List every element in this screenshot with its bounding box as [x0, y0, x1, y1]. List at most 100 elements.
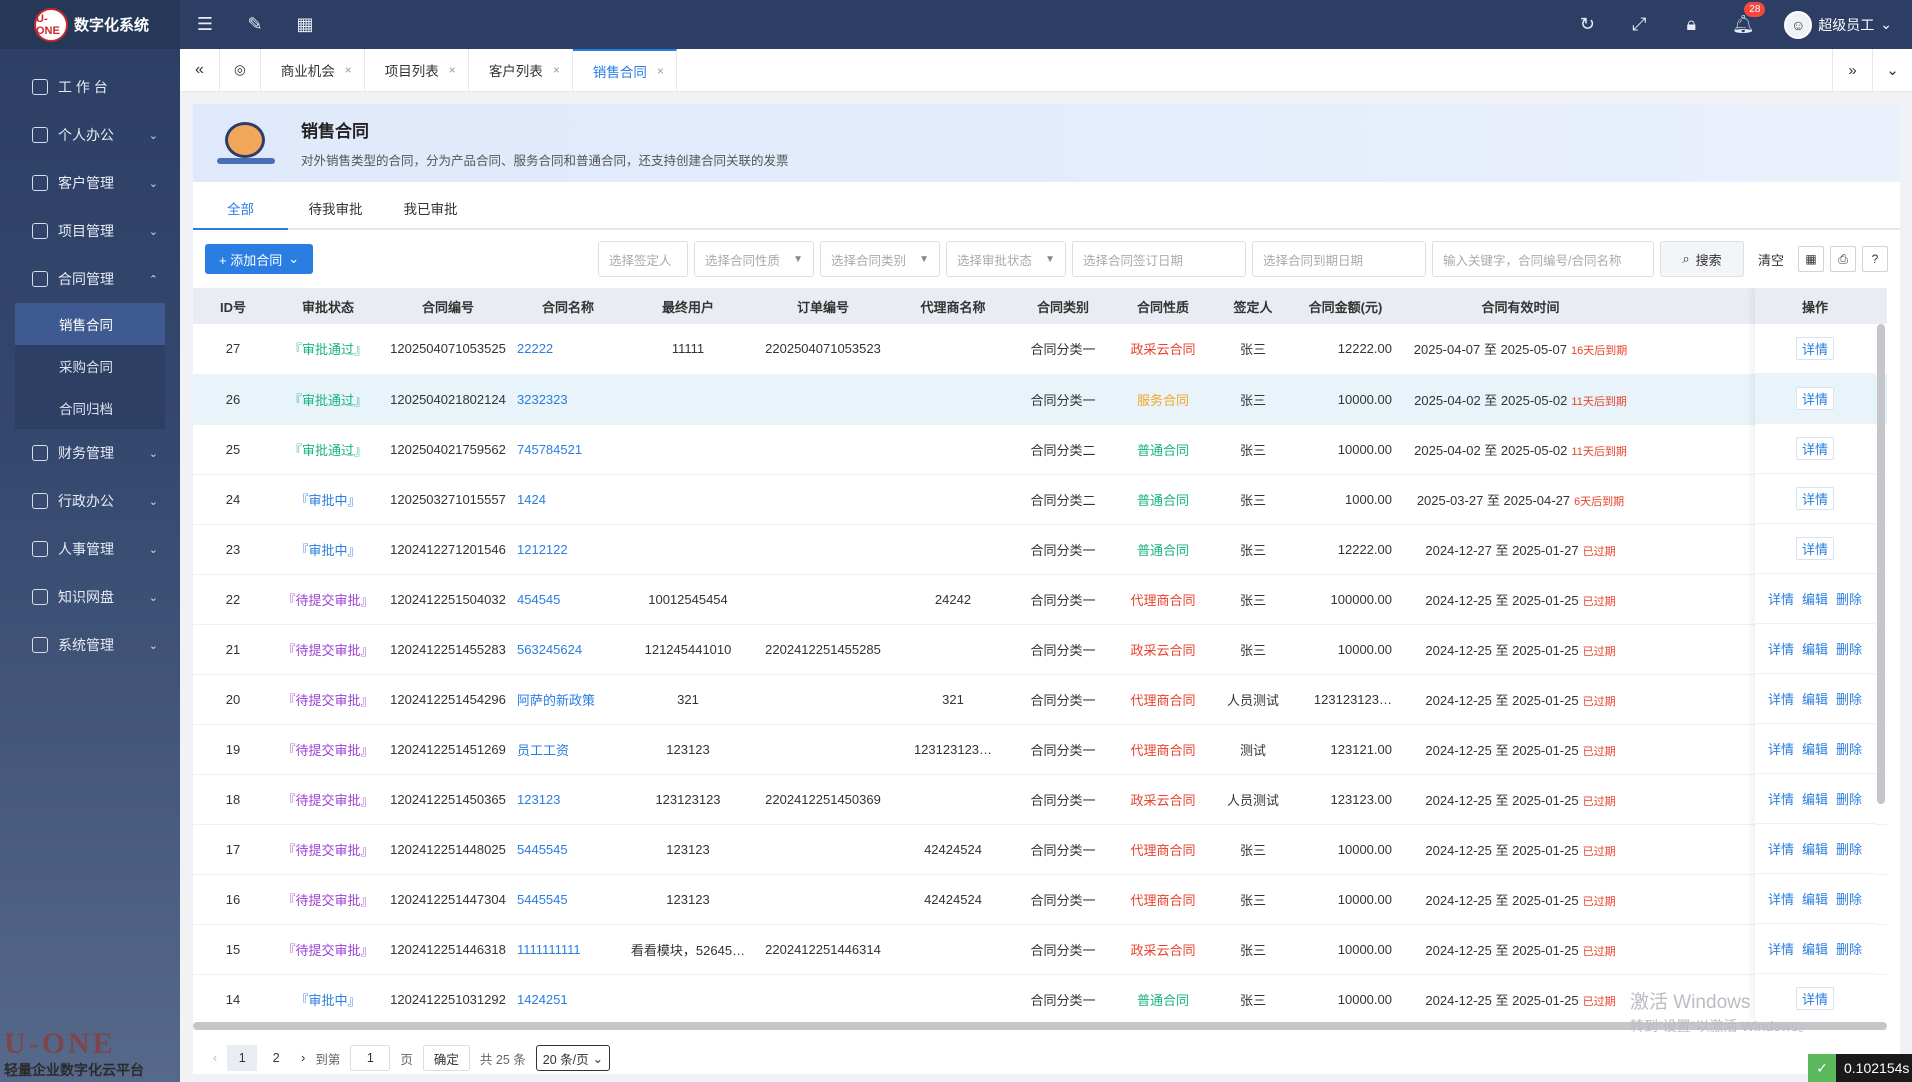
submenu-item[interactable]: 采购合同 [15, 345, 165, 387]
cell-name[interactable]: 123123 [513, 774, 623, 825]
sidebar-item[interactable]: 系统管理 ⌄ [0, 621, 180, 669]
tab-item[interactable]: 商业机会 × [261, 49, 365, 91]
detail-button[interactable]: 详情 [1795, 387, 1834, 410]
tabs-scroll-left-icon[interactable]: « [180, 49, 220, 91]
detail-button[interactable]: 详情 [1768, 839, 1794, 858]
book-icon[interactable]: ▦ [294, 14, 316, 36]
tabs-dropdown-icon[interactable]: ⌄ [1872, 49, 1912, 91]
page-size-select[interactable]: 20 条/页 ⌄ [535, 1045, 611, 1071]
sidebar-item[interactable]: 项目管理 ⌄ [0, 207, 180, 255]
edit-button[interactable]: 编辑 [1802, 589, 1828, 608]
filter-tab[interactable]: 全部 [193, 188, 288, 230]
next-page-icon[interactable]: › [301, 1051, 305, 1065]
sidebar-item[interactable]: 行政办公 ⌄ [0, 477, 180, 525]
submenu-item[interactable]: 合同归档 [15, 387, 165, 429]
tabs-scroll-right-icon[interactable]: » [1832, 49, 1872, 91]
table-row[interactable]: 26 『审批通过』 1202504021802124 3232323 合同分类一 服务合同… [193, 374, 1887, 425]
table-row[interactable]: 24 『审批中』 1202503271015557 1424 合同分类二 普通合同 张三 10… [193, 474, 1887, 525]
edit-button[interactable]: 编辑 [1802, 739, 1828, 758]
edit-button[interactable]: 编辑 [1802, 839, 1828, 858]
edit-button[interactable]: 编辑 [1802, 639, 1828, 658]
delete-button[interactable]: 删除 [1836, 589, 1862, 608]
detail-button[interactable]: 详情 [1768, 589, 1794, 608]
filter-tab[interactable]: 我已审批 [383, 188, 478, 228]
sign-date-picker[interactable]: 选择合同签订日期 [1071, 241, 1246, 277]
edit-button[interactable]: 编辑 [1802, 889, 1828, 908]
table-row[interactable]: 17 『待提交审批』 1202412251448025 5445545 123123 42… [193, 824, 1887, 875]
page-number[interactable]: 1 [227, 1045, 258, 1071]
close-icon[interactable]: × [449, 63, 456, 77]
cell-name[interactable]: 1111111111 [513, 924, 623, 975]
columns-icon[interactable]: ▦ [1798, 246, 1824, 272]
add-contract-button[interactable]: + 添加合同 ⌄ [205, 244, 314, 274]
clear-button[interactable]: 清空 [1758, 250, 1784, 269]
detail-button[interactable]: 详情 [1768, 889, 1794, 908]
delete-button[interactable]: 删除 [1836, 839, 1862, 858]
sidebar-item[interactable]: 财务管理 ⌄ [0, 429, 180, 477]
cell-name[interactable]: 5445545 [513, 874, 623, 925]
close-icon[interactable]: × [553, 63, 560, 77]
tab-item[interactable]: 项目列表 × [365, 49, 469, 91]
delete-button[interactable]: 删除 [1836, 689, 1862, 708]
sidebar-item[interactable]: 知识网盘 ⌄ [0, 573, 180, 621]
brand[interactable]: U-ONE 数字化系统 [0, 0, 180, 49]
tab-home[interactable]: ◎ [220, 49, 261, 91]
table-row[interactable]: 19 『待提交审批』 1202412251451269 员工工资 123123 12312… [193, 724, 1887, 775]
prev-page-icon[interactable]: ‹ [213, 1051, 217, 1065]
cell-name[interactable]: 745784521 [513, 424, 623, 475]
filter-tab[interactable]: 待我审批 [288, 188, 383, 228]
detail-button[interactable]: 详情 [1768, 689, 1794, 708]
table-row[interactable]: 23 『审批中』 1202412271201546 1212122 合同分类一 普通合同张… [193, 524, 1887, 575]
detail-button[interactable]: 详情 [1795, 487, 1834, 510]
table-row[interactable]: 22 『待提交审批』 1202412251504032 454545 100125454… [193, 574, 1887, 625]
detail-button[interactable]: 详情 [1768, 639, 1794, 658]
delete-button[interactable]: 删除 [1836, 639, 1862, 658]
cell-name[interactable]: 1424 [513, 474, 623, 525]
edit-button[interactable]: 编辑 [1802, 689, 1828, 708]
status-select[interactable]: 选择审批状态 ▼ [945, 241, 1066, 277]
detail-button[interactable]: 详情 [1795, 437, 1834, 460]
table-row[interactable]: 15 『待提交审批』 1202412251446318 1111111111 看看模块，… [193, 924, 1887, 975]
vertical-scrollbar[interactable] [1877, 324, 1885, 804]
cell-name[interactable]: 1212122 [513, 524, 623, 575]
delete-button[interactable]: 删除 [1836, 939, 1862, 958]
cell-name[interactable]: 3232323 [513, 374, 623, 425]
delete-button[interactable]: 删除 [1836, 789, 1862, 808]
sidebar-item[interactable]: 客户管理 ⌄ [0, 159, 180, 207]
fullscreen-icon[interactable]: ⤢ [1628, 14, 1650, 36]
detail-button[interactable]: 详情 [1795, 537, 1834, 560]
table-row[interactable]: 27 『审批通过』 1202504071053525 22222 11111 220250… [193, 324, 1887, 375]
detail-button[interactable]: 详情 [1795, 337, 1834, 360]
table-row[interactable]: 21 『待提交审批』 1202412251455283 563245624 121245… [193, 624, 1887, 675]
page-number[interactable]: 2 [261, 1045, 291, 1071]
keyword-input[interactable]: 输入关键字，合同编号/合同名称 [1431, 241, 1654, 277]
nature-select[interactable]: 选择合同性质 ▼ [693, 241, 814, 277]
refresh-icon[interactable]: ↻ [1576, 14, 1598, 36]
sidebar-item[interactable]: 个人办公 ⌄ [0, 111, 180, 159]
search-button[interactable]: ⌕ 搜索 [1659, 241, 1744, 277]
delete-button[interactable]: 删除 [1836, 889, 1862, 908]
sidebar-item[interactable]: 工 作 台 [0, 63, 180, 111]
brush-icon[interactable]: ✎ [244, 14, 266, 36]
table-row[interactable]: 18 『待提交审批』 1202412251450365 123123 123123123… [193, 774, 1887, 825]
delete-button[interactable]: 删除 [1836, 739, 1862, 758]
help-button[interactable]: ? [1862, 246, 1888, 272]
lock-icon[interactable]: 🔒︎ [1680, 14, 1702, 36]
cell-name[interactable]: 阿萨的新政策 [513, 674, 623, 725]
goto-confirm-button[interactable]: 确定 [422, 1045, 470, 1071]
user-menu[interactable]: ☺ 超级员工 ⌄ [1784, 10, 1892, 39]
edit-button[interactable]: 编辑 [1802, 789, 1828, 808]
cell-name[interactable]: 563245624 [513, 624, 623, 675]
close-icon[interactable]: × [345, 63, 352, 77]
sidebar-item[interactable]: 合同管理 ⌃ [0, 255, 180, 303]
category-select[interactable]: 选择合同类别 ▼ [819, 241, 940, 277]
cell-name[interactable]: 1424251 [513, 974, 623, 1020]
tab-item[interactable]: 客户列表 × [469, 49, 573, 91]
tab-item[interactable]: 销售合同 × [572, 49, 677, 91]
edit-button[interactable]: 编辑 [1802, 939, 1828, 958]
detail-button[interactable]: 详情 [1768, 789, 1794, 808]
menu-fold-icon[interactable]: ☰ [194, 14, 216, 36]
sidebar-item[interactable]: 人事管理 ⌄ [0, 525, 180, 573]
table-row[interactable]: 20 『待提交审批』 1202412251454296 阿萨的新政策 321 321 合同分… [193, 674, 1887, 725]
detail-button[interactable]: 详情 [1768, 939, 1794, 958]
